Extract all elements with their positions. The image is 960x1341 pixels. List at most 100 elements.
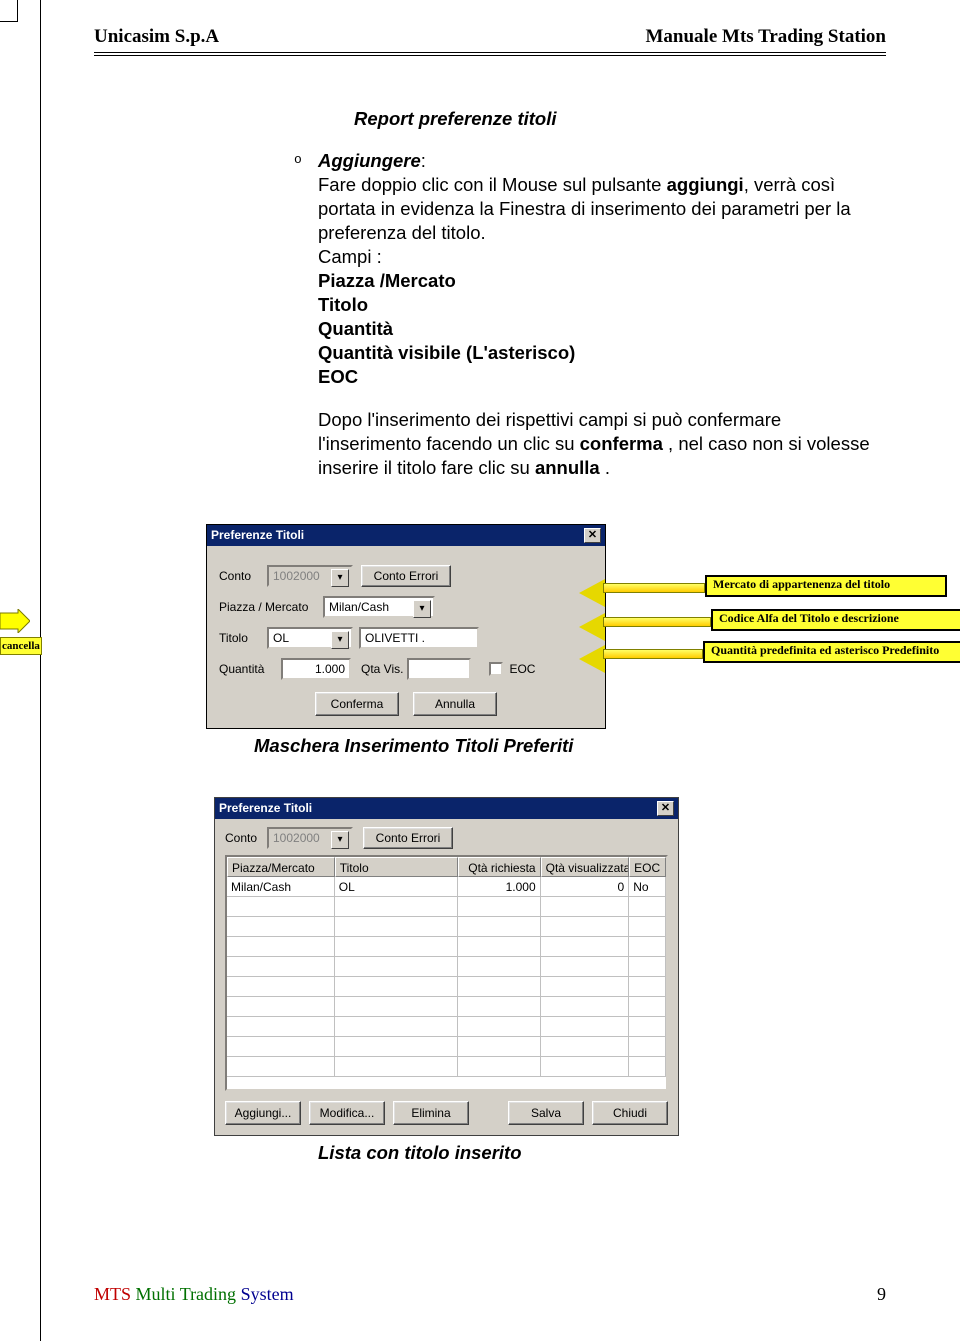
grid-row-empty [227,957,666,977]
titolo-desc-field: OLIVETTI . [359,627,479,649]
campo-titolo: Titolo [318,294,368,315]
p2-annulla: annulla [535,457,600,478]
chevron-down-icon: ▾ [331,631,349,649]
chevron-down-icon: ▾ [413,600,431,618]
modifica-button[interactable]: Modifica... [309,1101,385,1125]
bullet-body: Aggiungere: Fare doppio clic con il Mous… [318,149,886,480]
colon: : [421,150,426,171]
dialog2-title: Preferenze Titoli [219,798,312,819]
dialog2-buttonbar: Aggiungi... Modifica... Elimina Salva Ch… [215,1091,678,1135]
qtavis-input[interactable] [407,658,471,680]
conto-value-2: 1002000 [273,831,320,845]
campo-quantita: Quantità [318,318,393,339]
conto-label: Conto [219,569,267,583]
grid-row-empty [227,937,666,957]
aggiungere-label: Aggiungere [318,150,421,171]
cell-piazza: Milan/Cash [227,877,335,897]
page-corner-mark [0,0,18,22]
campi-lbl: Campi : [318,246,382,267]
grid-row-empty [227,997,666,1017]
bullet-aggiungere: o Aggiungere: Fare doppio clic con il Mo… [294,149,886,480]
titolo-dropdown[interactable]: OL ▾ [267,627,353,649]
annulla-button[interactable]: Annulla [413,692,497,716]
conto-dropdown-2[interactable]: 1002000 ▾ [267,827,353,849]
conferma-button[interactable]: Conferma [315,692,399,716]
dialog1-titlebar[interactable]: Preferenze Titoli ✕ [207,525,605,546]
grid-row[interactable]: Milan/Cash OL 1.000 0 No [227,877,666,897]
campo-qtavis: Quantità visibile (L'asterisco) [318,342,575,363]
side-arrow [0,609,30,633]
grid-row-empty [227,977,666,997]
col-qta-vis[interactable]: Qtà visualizzata [541,857,630,877]
dialog-preferenze-titoli-insert: Preferenze Titoli ✕ Conto 1002000▾ Conto… [206,524,606,729]
dialog-preferenze-titoli-list: Preferenze Titoli ✕ Conto 1002000 ▾ Conto… [214,797,679,1136]
page-body: Unicasim S.p.A Manuale Mts Trading Stati… [94,26,886,1164]
grid-row-empty [227,1057,666,1077]
preferenze-grid[interactable]: Piazza/Mercato Titolo Qtà richiesta Qtà … [225,855,668,1091]
bullet-marker: o [294,149,318,169]
grid-row-empty [227,1017,666,1037]
grid-row-empty [227,917,666,937]
conto-label-2: Conto [225,831,267,845]
piazza-label: Piazza / Mercato [219,600,323,614]
conto-dropdown[interactable]: 1002000▾ [267,565,353,587]
para2: Dopo l'inserimento dei rispettivi campi … [318,408,886,480]
conto-errori-button[interactable]: Conto Errori [361,565,451,587]
cell-eoc: No [629,877,666,897]
header-rule [94,52,886,55]
grid-header: Piazza/Mercato Titolo Qtà richiesta Qtà … [227,857,666,877]
callout-codice: Codice Alfa del Titolo e descrizione [711,609,960,631]
conto-value: 1002000 [273,569,320,583]
chevron-down-icon: ▾ [331,831,349,849]
footer-multi: Multi [136,1284,180,1304]
col-eoc[interactable]: EOC [629,857,666,877]
p2-conferma: conferma [580,433,663,454]
conto-errori-button-2[interactable]: Conto Errori [363,827,453,849]
p1-aggiungi: aggiungi [667,174,744,195]
main-content: Report preferenze titoli o Aggiungere: F… [294,107,886,480]
chiudi-button[interactable]: Chiudi [592,1101,668,1125]
cell-qta-vis: 0 [541,877,630,897]
aggiungi-button[interactable]: Aggiungi... [225,1101,301,1125]
col-piazza[interactable]: Piazza/Mercato [227,857,335,877]
footer-trading: Trading [180,1284,241,1304]
dialog1-title: Preferenze Titoli [211,525,304,546]
cell-titolo: OL [335,877,458,897]
quantita-input[interactable]: 1.000 [281,658,351,680]
cancella-fragment: cancella [0,637,42,655]
grid-row-empty [227,1037,666,1057]
piazza-dropdown[interactable]: Milan/Cash▾ [323,596,435,618]
eoc-checkbox[interactable] [489,662,503,676]
header-left: Unicasim S.p.A [94,26,219,48]
p2e: . [600,457,610,478]
campo-eoc: EOC [318,366,358,387]
col-titolo[interactable]: Titolo [335,857,458,877]
salva-button[interactable]: Salva [508,1101,584,1125]
dialog2-titlebar[interactable]: Preferenze Titoli ✕ [215,798,678,819]
footer-mts: MTS [94,1284,131,1304]
elimina-button[interactable]: Elimina [393,1101,469,1125]
p1a: Fare doppio clic con il Mouse sul pulsan… [318,174,667,195]
page-number: 9 [877,1284,886,1305]
eoc-label: EOC [509,662,535,676]
page-left-margin-line [40,0,41,1341]
section-title: Report preferenze titoli [354,107,886,131]
close-icon[interactable]: ✕ [584,528,601,543]
caption-lista: Lista con titolo inserito [318,1142,886,1164]
qtavis-label: Qta Vis. [361,662,403,676]
callout-mercato: Mercato di appartenenza del titolo [705,575,947,597]
cell-qta-rich: 1.000 [458,877,541,897]
caption-maschera: Maschera Inserimento Titoli Preferiti [254,735,886,757]
titolo-label: Titolo [219,631,267,645]
page-footer: MTS Multi Trading System 9 [94,1284,886,1305]
header-right: Manuale Mts Trading Station [645,26,886,48]
page-header: Unicasim S.p.A Manuale Mts Trading Stati… [94,26,886,48]
col-qta-rich[interactable]: Qtà richiesta [458,857,541,877]
campo-piazza: Piazza /Mercato [318,270,456,291]
titolo-value: OL [273,631,289,645]
grid-row-empty [227,897,666,917]
close-icon[interactable]: ✕ [657,801,674,816]
quantita-label: Quantità [219,662,281,676]
callout-quantita: Quantità predefinita ed asterisco Predef… [703,641,960,663]
footer-system: System [241,1284,294,1304]
